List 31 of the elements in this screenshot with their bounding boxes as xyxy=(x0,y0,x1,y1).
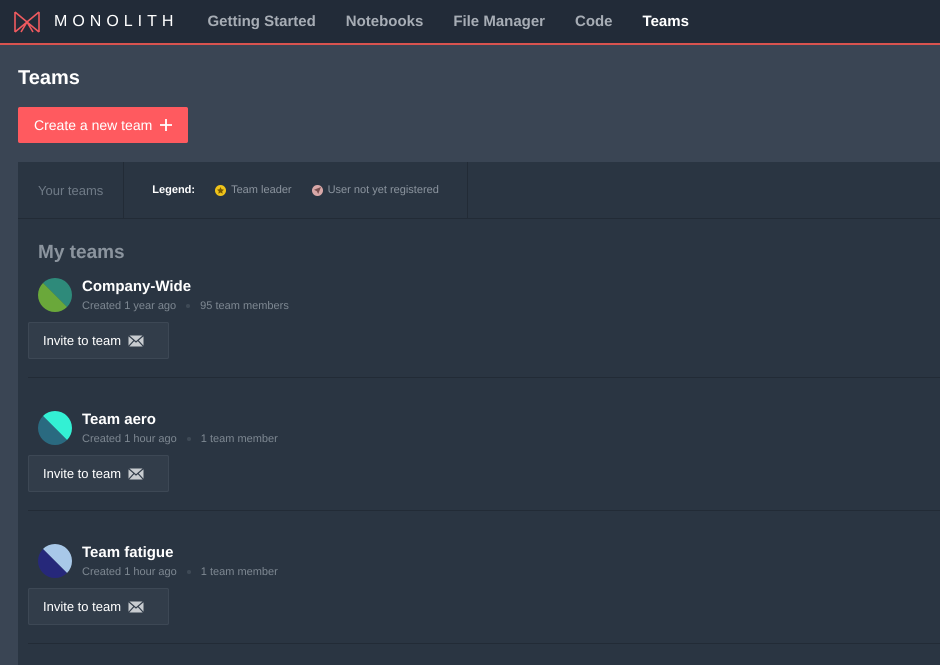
team-avatar xyxy=(38,278,72,312)
created-date: Created 1 year ago xyxy=(82,300,176,312)
member-count: 95 team members xyxy=(200,300,289,312)
nav-link[interactable]: Notebooks xyxy=(330,13,438,30)
team-avatar xyxy=(38,544,72,578)
member-count: 1 team member xyxy=(200,566,278,578)
invite-button[interactable]: Invite to team xyxy=(28,455,169,492)
nav-link[interactable]: Teams xyxy=(628,13,704,30)
brand-name: MONOLITH xyxy=(54,12,178,30)
section-title: My teams xyxy=(37,241,126,264)
envelope-icon xyxy=(128,468,144,480)
envelope-icon xyxy=(128,600,144,612)
nav-link[interactable]: Getting Started xyxy=(192,13,331,30)
nav-link[interactable]: File Manager xyxy=(438,13,560,30)
member-count: 1 team member xyxy=(200,433,278,445)
nav-link[interactable]: Code xyxy=(560,13,628,30)
created-date: Created 1 hour ago xyxy=(82,566,177,578)
legend-text: User not yet registered xyxy=(328,184,439,196)
invite-button[interactable]: Invite to team xyxy=(28,322,169,359)
page-title: Teams xyxy=(18,67,81,90)
plus-icon xyxy=(160,119,172,131)
logo-icon xyxy=(14,10,40,32)
invite-button[interactable]: Invite to team xyxy=(28,588,169,625)
team-name[interactable]: Team fatigue xyxy=(82,544,278,561)
team-name[interactable]: Company-Wide xyxy=(82,278,289,295)
envelope-icon xyxy=(128,334,144,346)
team-avatar xyxy=(38,411,72,445)
legend-text: Team leader xyxy=(231,184,292,196)
created-date: Created 1 hour ago xyxy=(82,433,177,445)
team-name[interactable]: Team aero xyxy=(82,411,278,428)
legend-label: Legend: xyxy=(152,184,196,196)
